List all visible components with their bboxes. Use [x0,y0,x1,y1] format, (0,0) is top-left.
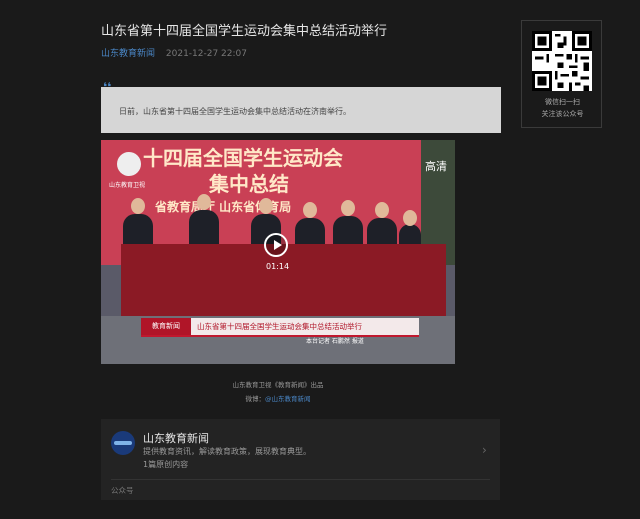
play-button[interactable] [264,233,288,257]
account-link[interactable]: 山东教育新闻 [101,49,155,59]
person-head [259,198,273,214]
qr-panel: 微信扫一扫 关注该公众号 [521,20,602,128]
profile-name: 山东教育新闻 [143,432,209,445]
quality-label: 高清 [425,160,447,173]
profile-description: 提供教育资讯，解读教育政策，展现教育典型。 [143,447,311,456]
video-player[interactable]: 山东教育卫视 十四届全国学生运动会 集中总结 省教育局厅 山东省体育局 高清 0… [101,140,455,364]
profile-card[interactable]: 山东教育新闻 提供教育资讯，解读教育政策，展现教育典型。 1篇原创内容 › 公众… [101,419,500,500]
weibo-handle-link[interactable]: @山东教育新闻 [265,395,311,403]
summary-block: 日前，山东省第十四届全国学生运动会集中总结活动在济南举行。 [101,87,501,133]
qr-caption-line2: 关注该公众号 [541,110,584,118]
profile-card-footer: 公众号 [111,486,134,495]
credit-line: 山东教育卫视《教育新闻》出品 [232,381,324,389]
person-head [131,198,145,214]
person-head [403,210,417,226]
video-duration: 01:14 [266,262,290,271]
article-title: 山东省第十四届全国学生运动会集中总结活动举行 [101,24,388,39]
avatar [111,431,135,455]
person-head [197,194,211,210]
logo-circle-icon [117,152,141,176]
caption-reporter: 本台记者 石鹏然 报道 [306,338,364,345]
person-head [341,200,355,216]
person-head [303,202,317,218]
divider [111,479,490,480]
chevron-right-icon: › [482,443,487,457]
person-head [375,202,389,218]
profile-original-count: 1篇原创内容 [143,460,189,469]
banner-line-2: 集中总结 [209,172,289,196]
weibo-prefix: 微博： [245,395,266,403]
news-caption-bar: 教育新闻 山东省第十四届全国学生运动会集中总结活动举行 [141,318,419,337]
caption-text: 山东省第十四届全国学生运动会集中总结活动举行 [197,322,362,331]
caption-logo: 教育新闻 [141,318,191,335]
qr-code-icon [532,31,592,91]
weibo-credit: 微博：@山东教育新闻 [101,393,455,403]
qr-caption-line1: 微信扫一扫 [545,98,580,106]
banner-line-1: 十四届全国学生运动会 [143,146,343,170]
article-meta: 山东教育新闻 2021-12-27 22:07 [101,46,247,59]
channel-logo-label: 山东教育卫视 [109,182,146,189]
publish-date: 2021-12-27 22:07 [165,49,247,59]
red-table [121,244,446,316]
